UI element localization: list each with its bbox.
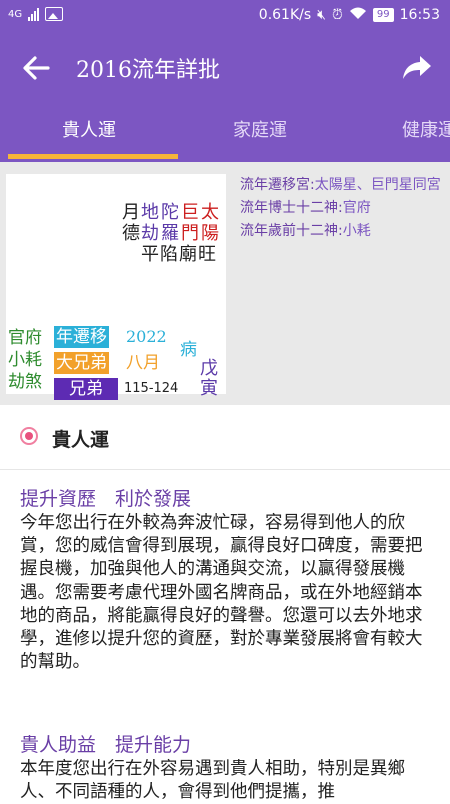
section-title: 貴人運 xyxy=(52,429,110,451)
branch-char-1: 戊 xyxy=(200,358,218,379)
section-header: 貴人運 xyxy=(0,405,450,470)
info-key: 流年遷移宮: xyxy=(240,177,315,193)
battery-icon: 99 xyxy=(372,8,394,22)
star-status-row: 平陷廟旺 xyxy=(141,244,217,265)
article-heading: 提升資歷 利於發展 xyxy=(20,488,192,510)
article-body: 本年度您出行在外容易遇到貴人相助，特別是異鄉人、不同語種的人，會得到他們提攜，推 xyxy=(20,759,405,803)
status-right: 0.61K/s 🔇︎ ⏰︎ 99 16:53 xyxy=(259,6,440,24)
status-left: 4G xyxy=(8,7,64,21)
star-char: 地 xyxy=(141,202,159,223)
arrow-left-icon[interactable] xyxy=(20,52,52,84)
tab-indicator xyxy=(8,154,178,159)
image-notification-icon xyxy=(45,7,64,21)
info-value: 官府 xyxy=(342,200,371,216)
info-key: 流年歲前十二神: xyxy=(240,223,343,239)
star-char: 月 xyxy=(122,202,140,223)
article-heading: 貴人助益 提升能力 xyxy=(20,734,192,756)
app-bar: 2016流年詳批 xyxy=(0,32,450,104)
article-block: 貴人助益 提升能力 本年度您出行在外容易遇到貴人相助，特別是異鄉人、不同語種的人… xyxy=(20,732,430,804)
left-col-officer: 官府 xyxy=(8,328,42,348)
year-move-label: 年遷移 xyxy=(54,326,109,348)
network-label: 4G xyxy=(8,8,23,20)
year-move-year: 2022 xyxy=(126,327,167,346)
wifi-icon xyxy=(349,6,367,24)
star-char: 羅 xyxy=(161,223,179,244)
palace-info-panel: 月 德 地 劫 陀 羅 巨 門 太 陽 平陷廟旺 官府 小耗 劫煞 年遷移 20… xyxy=(0,162,450,405)
info-line-year-front: 流年歲前十二神:小耗 xyxy=(240,220,444,243)
star-char: 劫 xyxy=(141,223,159,244)
palace-name-label: 兄弟 xyxy=(54,378,118,400)
article-block: 提升資歷 利於發展 今年您出行在外較為奔波忙碌，容易得到他人的欣賞，您的威信會得… xyxy=(20,486,430,674)
palace-chart: 月 德 地 劫 陀 羅 巨 門 太 陽 平陷廟旺 官府 小耗 劫煞 年遷移 20… xyxy=(6,174,226,400)
clock-time: 16:53 xyxy=(399,7,440,23)
article-body: 今年您出行在外較為奔波忙碌，容易得到他人的欣賞，您的威信會得到展現，贏得良好口碑… xyxy=(20,513,423,673)
page-title: 2016流年詳批 xyxy=(76,58,220,83)
tab-noble-luck[interactable]: 貴人運 xyxy=(62,116,116,142)
radio-bullet-icon xyxy=(20,427,38,445)
share-arrow-icon[interactable] xyxy=(400,50,434,84)
star-char: 德 xyxy=(122,223,140,244)
star-char: 巨 xyxy=(181,202,199,223)
star-char: 門 xyxy=(181,223,199,244)
branch-char-2: 寅 xyxy=(200,378,218,399)
illness-label: 病 xyxy=(180,340,197,360)
star-char: 太 xyxy=(201,202,219,223)
palace-info-text: 流年遷移宮:太陽星、巨門星同宮 流年博士十二神:官府 流年歲前十二神:小耗 xyxy=(240,174,444,243)
status-bar: 4G 0.61K/s 🔇︎ ⏰︎ 99 16:53 xyxy=(0,0,450,32)
tab-health-luck[interactable]: 健康運 xyxy=(402,116,450,142)
star-char: 陽 xyxy=(201,223,219,244)
info-key: 流年博士十二神: xyxy=(240,200,343,216)
age-range: 115-124 xyxy=(124,381,179,396)
signal-icon xyxy=(28,7,40,21)
info-line-migration: 流年遷移宮:太陽星、巨門星同宮 xyxy=(240,174,444,197)
tab-family-luck[interactable]: 家庭運 xyxy=(233,116,287,142)
alarm-icon: ⏰︎ xyxy=(331,7,343,23)
network-speed: 0.61K/s xyxy=(258,7,312,23)
mute-icon: 🔇︎ xyxy=(317,7,326,23)
info-line-doctor: 流年博士十二神:官府 xyxy=(240,197,444,220)
left-col-robbery: 劫煞 xyxy=(8,372,42,392)
info-value: 太陽星、巨門星同宮 xyxy=(314,177,441,193)
eighth-month-label: 八月 xyxy=(126,353,160,373)
left-col-minor-loss: 小耗 xyxy=(8,350,42,370)
star-char: 陀 xyxy=(161,202,179,223)
info-value: 小耗 xyxy=(342,223,371,239)
big-brothers-label: 大兄弟 xyxy=(54,352,109,374)
